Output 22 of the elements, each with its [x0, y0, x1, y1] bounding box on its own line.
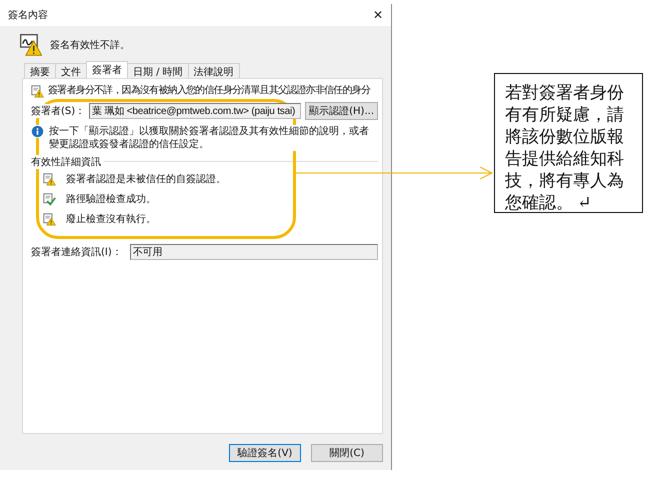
warning-certificate-icon [43, 212, 56, 226]
status-text: 簽名有效性不詳。 [50, 38, 130, 52]
signature-warning-icon [20, 34, 42, 56]
tab[interactable]: 法律說明 [188, 63, 240, 78]
warning-certificate-icon [31, 85, 44, 98]
check-certificate-icon [43, 192, 56, 206]
identity-notice: 簽署者身分不詳，因為沒有被納入您的信任身分清單且其父認證亦非信任的身分 [48, 85, 370, 97]
tab[interactable]: 日期 / 時間 [127, 63, 189, 78]
warning-certificate-icon [43, 172, 56, 186]
contact-field[interactable]: 不可用 [130, 244, 378, 260]
dialog-button[interactable]: 驗證簽名(V) [229, 444, 301, 462]
close-button[interactable]: ✕ [368, 8, 387, 22]
info-icon [31, 125, 44, 138]
tab[interactable]: 摘要 [24, 63, 56, 78]
group-legend: 有效性詳細資訊 [31, 155, 104, 169]
show-certificate-button[interactable]: 顯示認證(H)... [305, 102, 378, 120]
signer-field[interactable]: 葉 珮如 <beatrice@pmtweb.com.tw> (paiju tsai) [89, 103, 302, 119]
tab[interactable]: 文件 [55, 63, 87, 78]
dialog-button[interactable]: 關閉(C) [311, 444, 383, 462]
callout-text: 若對簽署者身份有有所疑慮，請將該份數位版報告提供給維知科技，將有專人為您確認。 ↵ [505, 82, 625, 214]
window-title: 簽名內容 [8, 8, 48, 22]
tab[interactable]: 簽署者 [86, 61, 128, 78]
